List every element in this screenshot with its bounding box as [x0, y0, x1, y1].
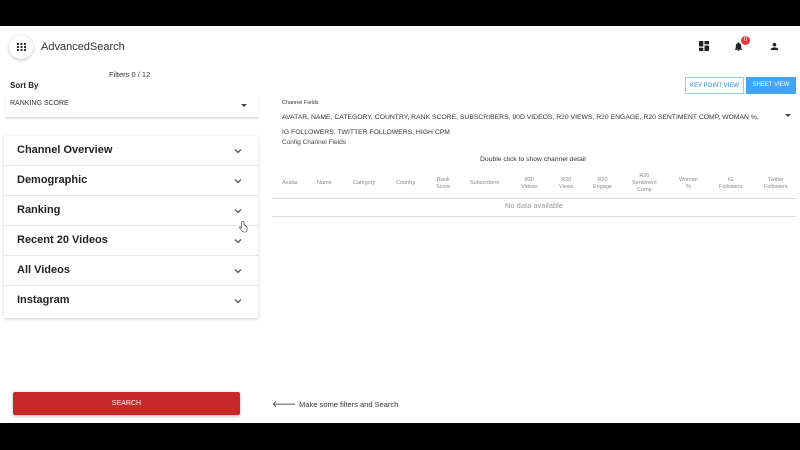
- column-header[interactable]: R20 Views: [559, 169, 574, 198]
- column-header[interactable]: Woman%: [679, 169, 698, 198]
- notification-badge: 0: [741, 36, 750, 45]
- chevron-down-icon: [234, 239, 242, 244]
- panel-title: Recent 20 Videos: [17, 234, 108, 246]
- filter-panels: Channel Overview Demographic Ranking Rec…: [4, 136, 258, 318]
- sheet-view-button[interactable]: SHEET VIEW: [746, 77, 796, 94]
- sort-by-value: RANKING SCORE: [10, 100, 69, 107]
- channel-fields-value-line2: IG FOLLOWERS, TWITTER FOLLOWERS, HIGH CP…: [282, 129, 450, 136]
- double-click-hint: Double click to show channel detail: [480, 156, 586, 163]
- channel-fields-select[interactable]: AVATAR, NAME, CATEGORY, COUNTRY, RANK SC…: [282, 110, 772, 140]
- column-header[interactable]: IG Followers: [719, 169, 743, 198]
- column-header[interactable]: Subscribers: [470, 169, 499, 198]
- column-header[interactable]: R20 Engage: [593, 169, 612, 198]
- chevron-down-icon: [234, 269, 242, 274]
- panel-channel-overview[interactable]: Channel Overview: [4, 136, 258, 166]
- column-header[interactable]: Rank Score: [436, 169, 450, 198]
- top-bar: AdvancedSearch 0: [0, 26, 800, 68]
- dashboard-icon: [699, 41, 709, 51]
- column-header[interactable]: Country: [396, 169, 415, 198]
- column-header[interactable]: Twitter Followers: [764, 169, 788, 198]
- mouse-cursor-icon: [239, 221, 248, 233]
- dashboard-button[interactable]: [697, 39, 711, 53]
- dropdown-caret-icon[interactable]: [785, 114, 791, 117]
- config-channel-fields[interactable]: Config Channel Fields: [282, 139, 346, 146]
- column-header[interactable]: R20 Sentiment Comp: [632, 169, 657, 198]
- person-icon: [770, 42, 778, 50]
- arrow-left-icon: 🡐: [272, 399, 297, 409]
- panel-ranking[interactable]: Ranking: [4, 196, 258, 226]
- menu-button[interactable]: [9, 35, 33, 59]
- panel-title: Demographic: [17, 174, 88, 186]
- panel-title: Channel Overview: [17, 144, 113, 156]
- chevron-down-icon: [234, 179, 242, 184]
- dropdown-caret-icon: [241, 104, 247, 107]
- column-header[interactable]: Category: [353, 169, 375, 198]
- app-window: AdvancedSearch 0 Filters 0 / 12 Sort By …: [0, 26, 800, 423]
- bottom-hint: 🡐 Make some filters and Search: [272, 399, 398, 410]
- sort-by-select[interactable]: RANKING SCORE: [6, 94, 258, 118]
- column-header[interactable]: 90D Videos: [521, 169, 538, 198]
- account-button[interactable]: [767, 39, 781, 53]
- key-point-view-button[interactable]: KEY POINT VIEW: [685, 77, 744, 94]
- column-header[interactable]: Avatar: [282, 169, 298, 198]
- filters-count: Filters 0 / 12: [109, 70, 151, 79]
- search-button[interactable]: SEARCH: [13, 392, 240, 415]
- bottom-hint-text: Make some filters and Search: [299, 400, 399, 409]
- panel-all-videos[interactable]: All Videos: [4, 256, 258, 286]
- chevron-down-icon: [234, 149, 242, 154]
- chevron-down-icon: [234, 209, 242, 214]
- table-body-divider: [272, 216, 796, 217]
- panel-title: Ranking: [17, 204, 61, 216]
- chevron-down-icon: [234, 299, 242, 304]
- no-data-message: No data available: [505, 201, 563, 210]
- channel-fields-value-line1: AVATAR, NAME, CATEGORY, COUNTRY, RANK SC…: [282, 114, 759, 121]
- channel-fields-label: Channel Fields: [282, 100, 319, 106]
- panel-title: Instagram: [17, 294, 70, 306]
- app-title: AdvancedSearch: [41, 41, 125, 53]
- panel-recent-20-videos[interactable]: Recent 20 Videos: [4, 226, 258, 256]
- table-header-divider: [272, 198, 796, 199]
- channel-table: Avatar Name Category Country Rank Score S…: [272, 169, 796, 217]
- column-header[interactable]: Name: [317, 169, 332, 198]
- sort-by-label: Sort By: [10, 81, 39, 90]
- grid-menu-icon: [16, 43, 26, 51]
- panel-demographic[interactable]: Demographic: [4, 166, 258, 196]
- panel-instagram[interactable]: Instagram: [4, 286, 258, 316]
- panel-title: All Videos: [17, 264, 70, 276]
